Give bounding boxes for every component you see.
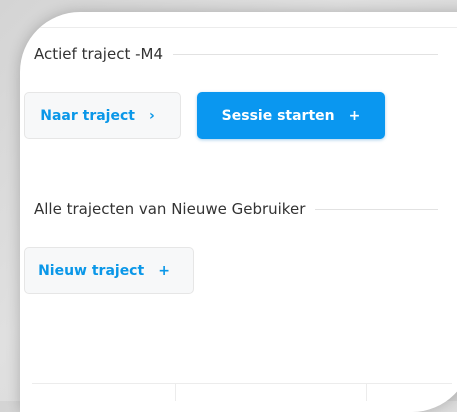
all-trajectories-title: Alle trajecten van Nieuwe Gebruiker [34,200,306,218]
table-column-divider [175,384,176,401]
plus-icon: + [158,262,170,279]
go-to-trajectory-label: Naar traject [40,107,135,124]
table-top-border [32,383,452,384]
heading-divider [315,208,438,210]
go-to-trajectory-button[interactable]: Naar traject › [24,92,181,139]
start-session-button[interactable]: Sessie starten + [197,92,385,139]
plus-icon: + [348,107,361,124]
all-trajectories-heading: Alle trajecten van Nieuwe Gebruiker [34,198,438,220]
new-trajectory-button[interactable]: Nieuw traject + [24,247,194,294]
heading-divider [173,53,438,55]
chevron-right-icon: › [148,107,155,124]
active-trajectory-heading: Actief traject -M4 [34,43,438,65]
card-top-border [28,27,457,28]
table-column-divider [366,384,367,401]
start-session-label: Sessie starten [221,107,335,124]
active-trajectory-title: Actief traject -M4 [34,45,164,63]
new-trajectory-label: Nieuw traject [38,262,145,279]
